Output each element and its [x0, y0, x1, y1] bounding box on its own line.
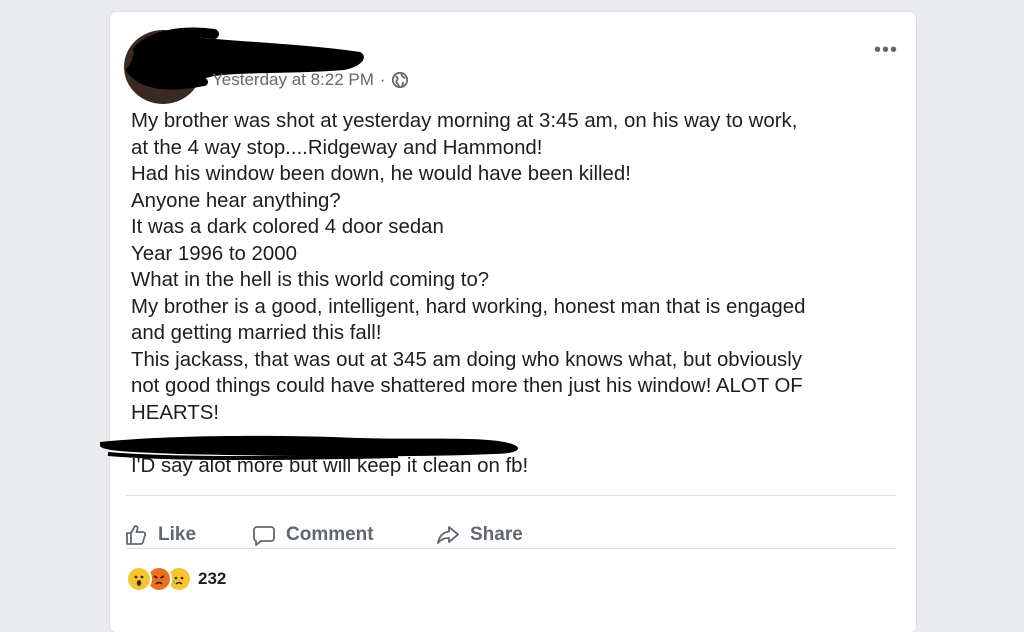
- post-line: at the 4 way stop....Ridgeway and Hammon…: [131, 136, 543, 159]
- post-line: It was a dark colored 4 door sedan: [131, 216, 444, 238]
- comment-label: Comment: [286, 524, 374, 545]
- action-bar: Like Comment Share: [124, 510, 523, 560]
- post-line: Year 1996 to 2000: [131, 242, 297, 265]
- more-options-button[interactable]: •••: [872, 38, 900, 62]
- post-line: HEARTS!: [131, 401, 220, 424]
- post-line: Anyone hear anything?: [131, 189, 341, 212]
- reaction-count: 232: [198, 569, 227, 588]
- post-line: This jackass, that was out at 345 am doi…: [131, 348, 802, 371]
- post-line: and getting married this fall!: [131, 322, 382, 344]
- wow-emoji-icon: [126, 566, 152, 592]
- post-line: not good things could have shattered mor…: [131, 375, 803, 397]
- share-button[interactable]: Share: [436, 523, 523, 547]
- meta-separator: ·: [379, 70, 386, 89]
- share-label: Share: [470, 524, 523, 545]
- post-card: Yesterday at 8:22 PM · ••• My brother wa…: [100, 12, 916, 632]
- post-body: My brother was shot at yesterday morning…: [131, 108, 901, 479]
- comment-icon: [253, 526, 275, 546]
- share-icon: [437, 526, 459, 544]
- post-line: What in the hell is this world coming to…: [131, 269, 490, 291]
- timestamp[interactable]: Yesterday at 8:22 PM: [212, 70, 374, 90]
- more-icon: •••: [873, 38, 898, 61]
- reaction-summary[interactable]: 232: [126, 566, 227, 592]
- post-line: My brother is a good, intelligent, hard …: [131, 295, 806, 318]
- text-line-redaction: [100, 435, 518, 460]
- post-line: Had his window been down, he would have …: [131, 163, 631, 185]
- divider-bottom: [126, 548, 896, 549]
- like-label: Like: [158, 524, 197, 545]
- globe-icon[interactable]: [391, 71, 409, 89]
- divider-top: [126, 495, 896, 496]
- post-line: My brother was shot at yesterday morning…: [131, 110, 798, 132]
- comment-button[interactable]: Comment: [252, 523, 436, 547]
- post-meta: Yesterday at 8:22 PM ·: [212, 68, 409, 92]
- like-button[interactable]: Like: [124, 523, 252, 547]
- thumbs-up-icon: [126, 525, 147, 545]
